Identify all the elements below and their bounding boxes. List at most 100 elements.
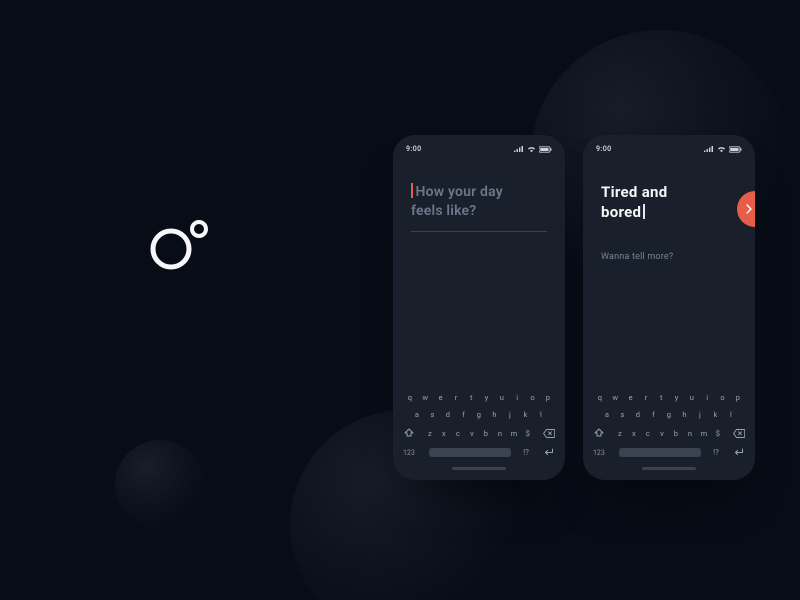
key-d[interactable]: d <box>441 410 455 419</box>
status-indicators <box>704 146 742 153</box>
key-l[interactable]: l <box>534 410 548 419</box>
key-h[interactable]: h <box>678 410 692 419</box>
key-w[interactable]: w <box>418 393 432 402</box>
key-l[interactable]: l <box>724 410 738 419</box>
key-n[interactable]: n <box>683 429 697 438</box>
key-y[interactable]: y <box>480 393 494 402</box>
placeholder-text: How your day <box>411 183 547 202</box>
key-p[interactable]: p <box>731 393 745 402</box>
shift-key[interactable] <box>593 427 605 439</box>
key-a[interactable]: a <box>600 410 614 419</box>
signal-icon <box>514 146 524 153</box>
status-time: 9:00 <box>406 145 422 153</box>
secondary-prompt[interactable]: Wanna tell more? <box>601 252 737 262</box>
prompt-input-area[interactable]: How your day feels like? <box>411 183 547 232</box>
key-f[interactable]: f <box>647 410 661 419</box>
backspace-key[interactable] <box>543 427 555 439</box>
next-button[interactable] <box>737 191 755 227</box>
numbers-key[interactable]: 123 <box>593 449 611 457</box>
space-key[interactable] <box>619 448 701 457</box>
entry-line-2: bored <box>601 203 737 223</box>
key-e[interactable]: e <box>434 393 448 402</box>
key-w[interactable]: w <box>608 393 622 402</box>
key-i[interactable]: i <box>510 393 524 402</box>
placeholder-line-2: feels like? <box>411 202 547 221</box>
decor-bubble-small <box>115 440 205 530</box>
chevron-right-icon <box>744 204 754 214</box>
key-b[interactable]: b <box>669 429 683 438</box>
key-k[interactable]: k <box>709 410 723 419</box>
key-s[interactable]: s <box>616 410 630 419</box>
key-$[interactable]: $ <box>521 429 535 438</box>
key-t[interactable]: t <box>654 393 668 402</box>
key-x[interactable]: x <box>437 429 451 438</box>
signal-icon <box>704 146 714 153</box>
wifi-icon <box>717 146 726 153</box>
input-underline <box>411 231 547 232</box>
key-v[interactable]: v <box>465 429 479 438</box>
key-e[interactable]: e <box>624 393 638 402</box>
key-y[interactable]: y <box>670 393 684 402</box>
numbers-key[interactable]: 123 <box>403 449 421 457</box>
entry-display: Tired and bored Wanna tell more? <box>601 183 737 262</box>
return-key[interactable] <box>541 448 555 457</box>
key-z[interactable]: z <box>613 429 627 438</box>
key-i[interactable]: i <box>700 393 714 402</box>
key-f[interactable]: f <box>457 410 471 419</box>
key-q[interactable]: q <box>593 393 607 402</box>
phone-screen-1: 9:00 How your day feels like? qwertyuiop… <box>393 135 565 480</box>
key-v[interactable]: v <box>655 429 669 438</box>
key-b[interactable]: b <box>479 429 493 438</box>
space-key[interactable] <box>429 448 511 457</box>
shift-key[interactable] <box>403 427 415 439</box>
key-g[interactable]: g <box>472 410 486 419</box>
return-key[interactable] <box>731 448 745 457</box>
text-cursor-icon <box>411 183 413 198</box>
placeholder-line-1: How your day <box>416 184 503 200</box>
key-q[interactable]: q <box>403 393 417 402</box>
key-o[interactable]: o <box>526 393 540 402</box>
symbols-key[interactable]: !? <box>709 448 723 457</box>
status-time: 9:00 <box>596 145 612 153</box>
key-m[interactable]: m <box>697 429 711 438</box>
key-c[interactable]: c <box>451 429 465 438</box>
battery-icon <box>729 146 742 153</box>
key-$[interactable]: $ <box>711 429 725 438</box>
key-u[interactable]: u <box>495 393 509 402</box>
status-bar: 9:00 <box>393 144 565 154</box>
logo-icon <box>145 215 220 275</box>
key-g[interactable]: g <box>662 410 676 419</box>
text-cursor-icon <box>643 204 645 219</box>
key-n[interactable]: n <box>493 429 507 438</box>
key-r[interactable]: r <box>449 393 463 402</box>
key-j[interactable]: j <box>693 410 707 419</box>
wifi-icon <box>527 146 536 153</box>
status-indicators <box>514 146 552 153</box>
key-r[interactable]: r <box>639 393 653 402</box>
backspace-key[interactable] <box>733 427 745 439</box>
key-h[interactable]: h <box>488 410 502 419</box>
key-k[interactable]: k <box>519 410 533 419</box>
phone-mockups: 9:00 How your day feels like? qwertyuiop… <box>393 135 755 480</box>
phone-screen-2: 9:00 Tired and bored Wanna tell more? qw… <box>583 135 755 480</box>
home-indicator[interactable] <box>642 467 696 470</box>
key-u[interactable]: u <box>685 393 699 402</box>
key-j[interactable]: j <box>503 410 517 419</box>
keyboard[interactable]: qwertyuiop asdfghjkl zxcvbnm$123!? <box>583 383 755 480</box>
home-indicator[interactable] <box>452 467 506 470</box>
key-a[interactable]: a <box>410 410 424 419</box>
key-o[interactable]: o <box>716 393 730 402</box>
key-t[interactable]: t <box>464 393 478 402</box>
key-d[interactable]: d <box>631 410 645 419</box>
key-z[interactable]: z <box>423 429 437 438</box>
key-s[interactable]: s <box>426 410 440 419</box>
symbols-key[interactable]: !? <box>519 448 533 457</box>
key-m[interactable]: m <box>507 429 521 438</box>
battery-icon <box>539 146 552 153</box>
status-bar: 9:00 <box>583 144 755 154</box>
keyboard[interactable]: qwertyuiop asdfghjkl zxcvbnm$123!? <box>393 383 565 480</box>
key-c[interactable]: c <box>641 429 655 438</box>
key-p[interactable]: p <box>541 393 555 402</box>
entry-line-1: Tired and <box>601 183 737 203</box>
key-x[interactable]: x <box>627 429 641 438</box>
